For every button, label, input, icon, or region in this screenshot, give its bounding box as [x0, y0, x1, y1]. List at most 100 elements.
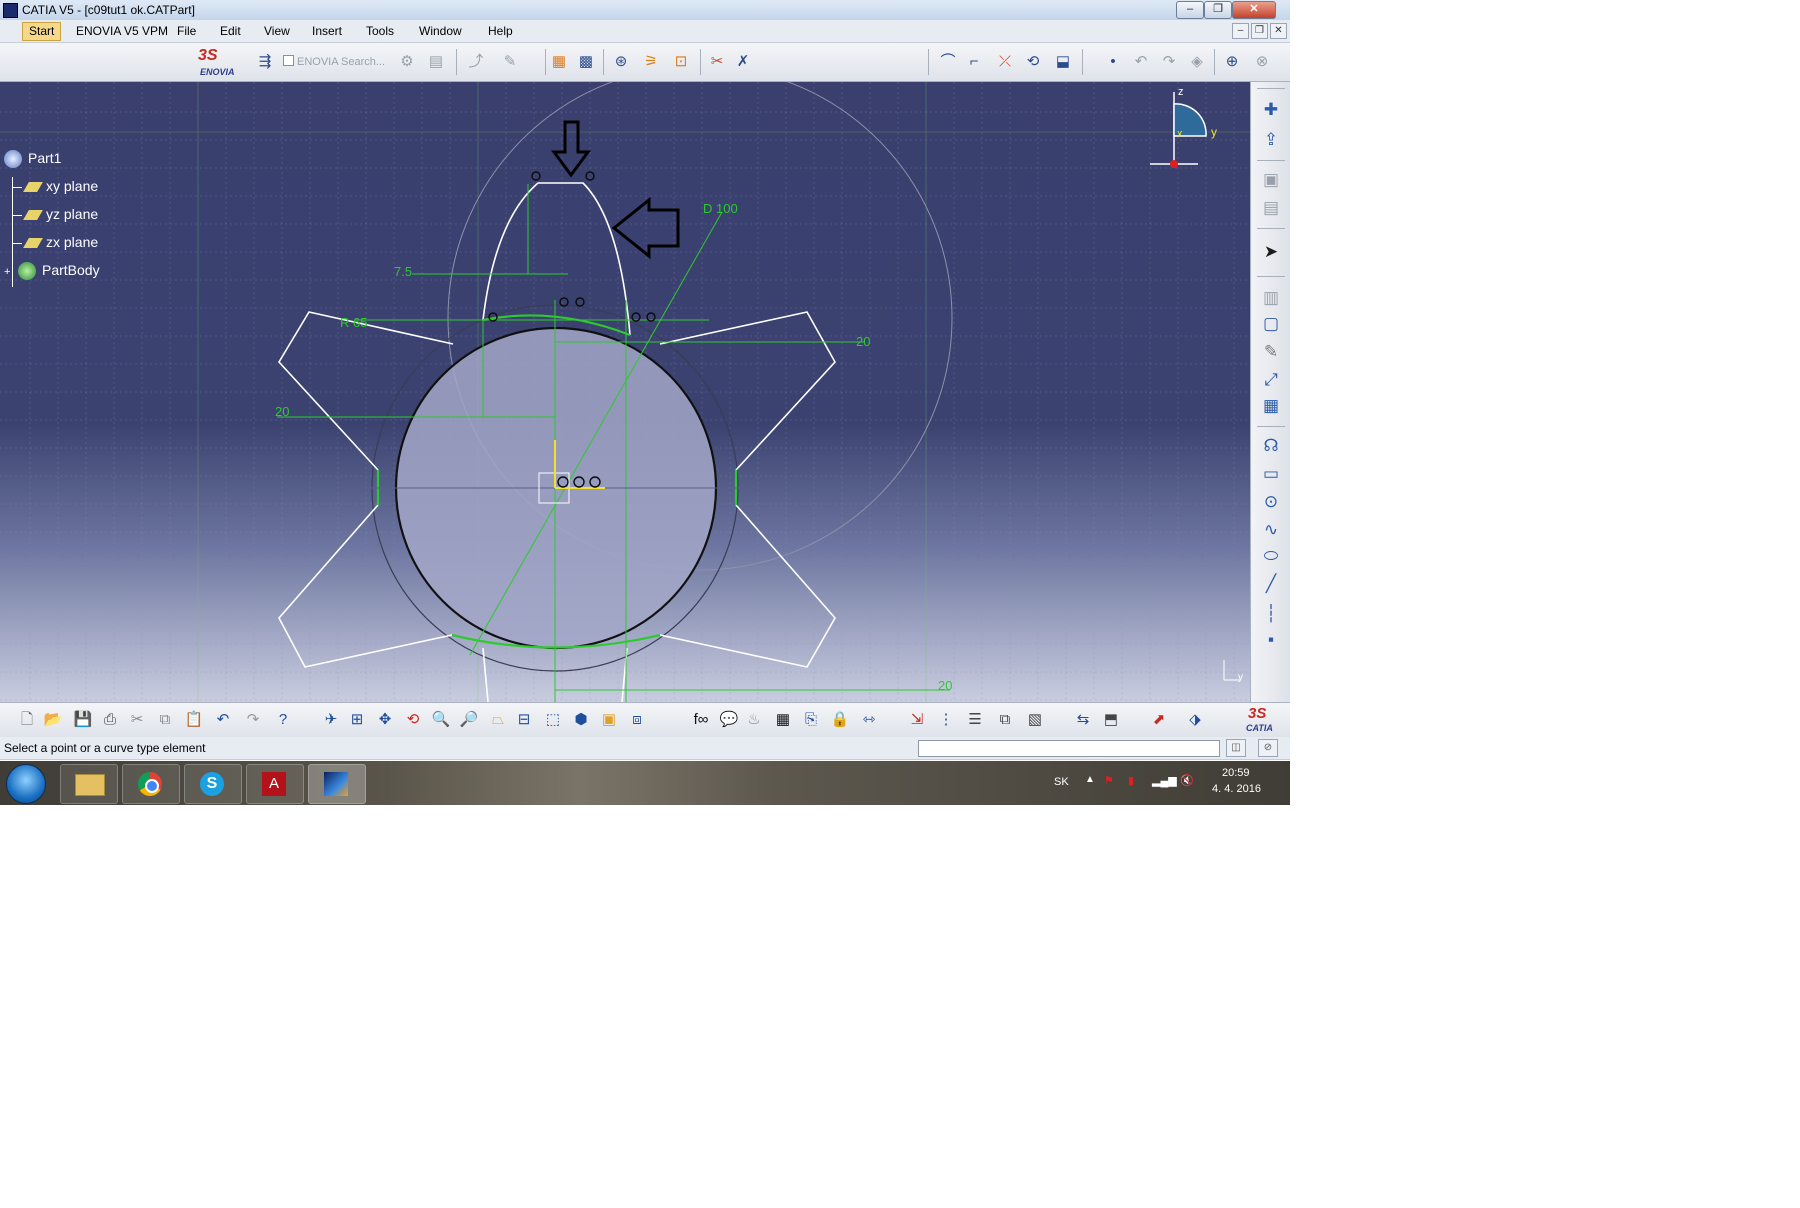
chrome-taskbar-icon[interactable]: [122, 764, 180, 804]
trim-icon[interactable]: ✂: [706, 51, 728, 73]
tree-item-xy-plane[interactable]: xy plane: [12, 178, 98, 194]
point-tool-icon[interactable]: ▪: [1259, 628, 1283, 652]
table-icon[interactable]: ▦: [1259, 394, 1283, 418]
graph-icon[interactable]: ⧉: [994, 709, 1016, 731]
tree-root[interactable]: Part1: [4, 150, 61, 169]
skype-taskbar-icon[interactable]: S: [184, 764, 242, 804]
select-arrow-icon[interactable]: ➤: [1259, 240, 1283, 264]
formula-icon[interactable]: f∞: [690, 709, 712, 731]
open-icon[interactable]: 📂: [42, 709, 64, 731]
menu-file[interactable]: File: [177, 24, 196, 38]
cut-icon[interactable]: ✂: [126, 709, 148, 731]
zoom-out-icon[interactable]: 🔎: [458, 709, 480, 731]
paste-icon[interactable]: 📋: [183, 709, 205, 731]
tree-item-yz-plane[interactable]: yz plane: [12, 206, 98, 222]
snap-to-point-icon[interactable]: ▩: [575, 51, 597, 73]
fly-mode-icon[interactable]: ✈: [320, 709, 342, 731]
undo-icon[interactable]: ↶: [1130, 51, 1152, 73]
tree-item-partbody[interactable]: + PartBody: [4, 262, 100, 281]
circle-icon[interactable]: ⊙: [1259, 490, 1283, 514]
measure-item-icon[interactable]: ⋮: [935, 709, 957, 731]
swap-visible-icon[interactable]: ⧈: [626, 709, 648, 731]
rotate-icon[interactable]: ⟲: [402, 709, 424, 731]
status-button-icon[interactable]: ◫: [1226, 739, 1246, 757]
point-icon[interactable]: •: [1102, 51, 1124, 73]
menu-window[interactable]: Window: [419, 24, 462, 38]
clock-time[interactable]: 20:59: [1222, 767, 1250, 779]
multi-view-icon[interactable]: ⊟: [513, 709, 535, 731]
catalog-icon[interactable]: ⎘: [800, 709, 822, 731]
restore-button[interactable]: ❐: [1204, 1, 1232, 19]
start-orb-icon[interactable]: [6, 764, 46, 804]
save-management-icon[interactable]: ▤: [425, 51, 447, 73]
axis-icon[interactable]: ┆: [1259, 602, 1283, 626]
shading-icon[interactable]: ⬢: [570, 709, 592, 731]
lock-icon[interactable]: 🔒: [829, 709, 851, 731]
minimize-button[interactable]: –: [1176, 1, 1204, 19]
dimension-20-left[interactable]: 20: [275, 404, 289, 419]
dress-up-icon[interactable]: ⬈: [1148, 709, 1170, 731]
profile-icon[interactable]: ☊: [1259, 434, 1283, 458]
grid-icon[interactable]: ▦: [548, 51, 570, 73]
menu-edit[interactable]: Edit: [220, 24, 241, 38]
hide-show-icon[interactable]: ▣: [598, 709, 620, 731]
sketch-disabled-icon[interactable]: ▣: [1259, 168, 1283, 192]
eraser-icon[interactable]: ◈: [1186, 51, 1208, 73]
show-hidden-icons[interactable]: ▲: [1085, 774, 1095, 785]
scale-icon[interactable]: ⤢: [1259, 368, 1283, 392]
measure-between-icon[interactable]: ⇲: [906, 709, 928, 731]
project-3d-icon[interactable]: ⬓: [1052, 51, 1074, 73]
ellipse-icon[interactable]: ⬭: [1259, 544, 1283, 568]
sketch-analysis-icon[interactable]: ⊕: [1221, 51, 1243, 73]
language-indicator[interactable]: SK: [1054, 776, 1069, 788]
sketch-tools-icon[interactable]: ✚: [1259, 98, 1283, 122]
menu-help[interactable]: Help: [488, 24, 513, 38]
whats-this-icon[interactable]: ?: [272, 709, 294, 731]
sketcher-icon[interactable]: ⬗: [1184, 709, 1206, 731]
menu-view[interactable]: View: [264, 24, 290, 38]
normal-view-icon[interactable]: ⏢: [487, 709, 509, 731]
break-icon[interactable]: ✗: [732, 51, 754, 73]
compass-icon[interactable]: z y x: [1150, 86, 1217, 168]
print-icon[interactable]: ⎙: [99, 709, 121, 731]
product-tree-icon[interactable]: ⚙: [396, 51, 418, 73]
box-icon[interactable]: ▢: [1259, 312, 1283, 336]
menu-enovia[interactable]: ENOVIA V5 VPM: [76, 24, 168, 38]
texture-icon[interactable]: ⬒: [1100, 709, 1122, 731]
pan-icon[interactable]: ✥: [374, 709, 396, 731]
transformation-icon[interactable]: ⟲: [1022, 51, 1044, 73]
spline-icon[interactable]: ∿: [1259, 518, 1283, 542]
expand-icon[interactable]: +: [4, 267, 12, 278]
rectangle-icon[interactable]: ▭: [1259, 462, 1283, 486]
menu-tools[interactable]: Tools: [366, 24, 394, 38]
list-icon[interactable]: ☰: [964, 709, 986, 731]
exit-sketcher-icon[interactable]: ⇪: [1259, 128, 1283, 152]
geometric-constraints-icon[interactable]: ⚞: [640, 51, 662, 73]
dimension-7-5[interactable]: 7.5: [394, 264, 412, 279]
power-input-field[interactable]: [918, 740, 1220, 757]
mdi-restore-button[interactable]: ❐: [1251, 23, 1268, 39]
knowledge-icon[interactable]: 💬: [718, 709, 740, 731]
construction-icon[interactable]: ⊛: [610, 51, 632, 73]
search-checkbox[interactable]: [283, 55, 294, 66]
sketch-solving-icon[interactable]: ⊗: [1251, 51, 1273, 73]
action-center-icon[interactable]: ⚑: [1104, 774, 1114, 787]
chamfer-icon[interactable]: ⌐: [963, 51, 985, 73]
redo-button-icon[interactable]: ↷: [242, 709, 264, 731]
lamp-icon[interactable]: ♨: [743, 709, 765, 731]
zoom-in-icon[interactable]: 🔍: [430, 709, 452, 731]
copy-icon[interactable]: ⧉: [154, 709, 176, 731]
undo-button-icon[interactable]: ↶: [212, 709, 234, 731]
render-icon[interactable]: ▧: [1024, 709, 1046, 731]
exit-workbench-icon[interactable]: ⤴: [465, 51, 487, 73]
menu-insert[interactable]: Insert: [312, 24, 342, 38]
dimension-d100[interactable]: D 100: [703, 201, 738, 216]
dimensional-constraints-icon[interactable]: ⊡: [670, 51, 692, 73]
save-icon[interactable]: 💾: [72, 709, 94, 731]
sketch-canvas[interactable]: D 100 R 65 7.5 20 20 20 z y x y: [0, 82, 1250, 702]
pencil-icon[interactable]: ✎: [1259, 340, 1283, 364]
status-stop-icon[interactable]: ⊘: [1258, 739, 1278, 757]
new-icon[interactable]: 🗋: [16, 709, 38, 731]
sketch-viewport[interactable]: D 100 R 65 7.5 20 20 20 z y x y Part1 xy…: [0, 82, 1250, 702]
dimension-r65[interactable]: R 65: [340, 315, 367, 330]
